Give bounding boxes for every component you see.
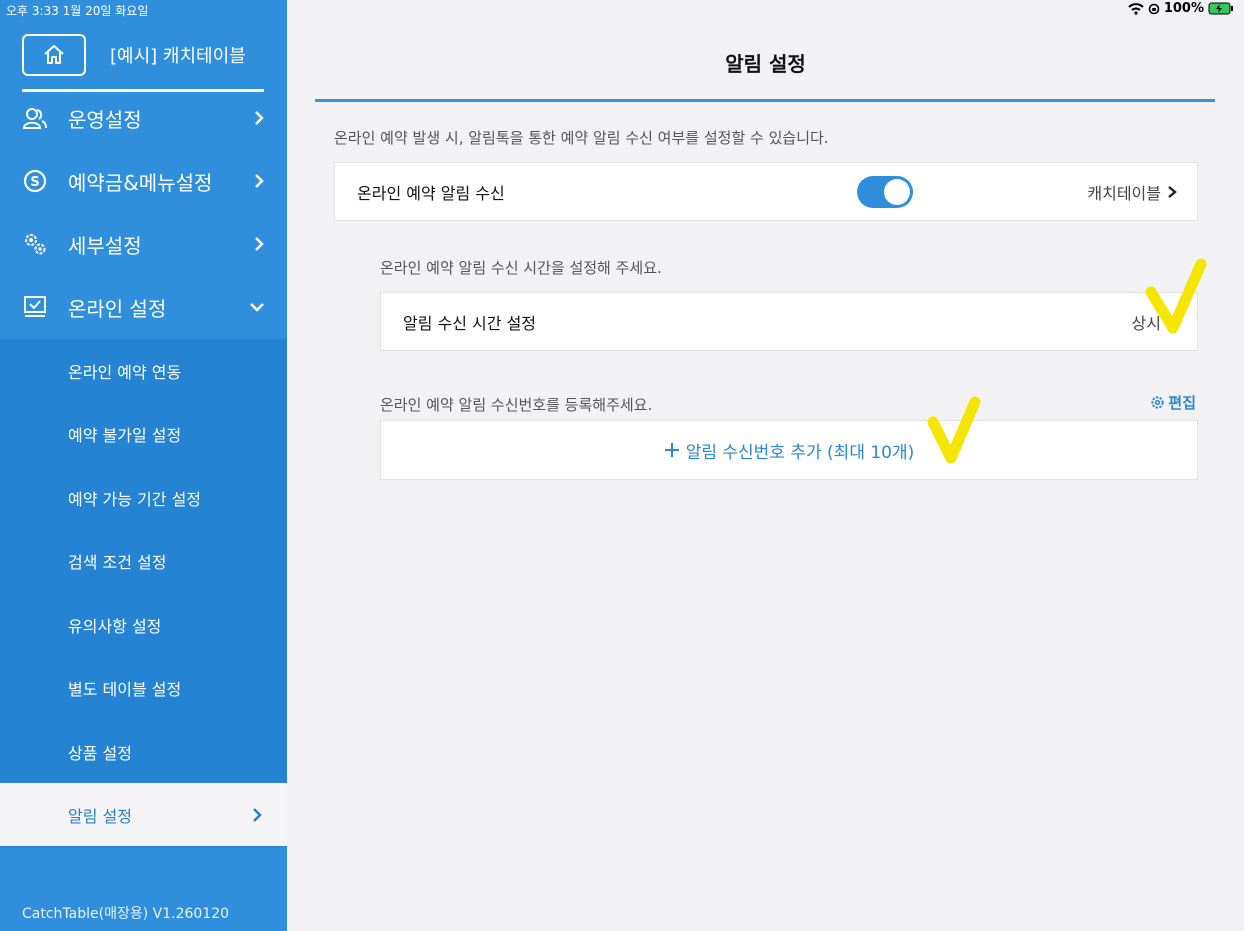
chevron-right-icon — [255, 237, 264, 251]
online-notify-label: 온라인 예약 알림 수신 — [357, 183, 505, 203]
edit-numbers-button[interactable]: 편집 — [1150, 392, 1196, 413]
notify-channel-label: 캐치테이블 — [1087, 183, 1161, 203]
annotation-check-icon — [1145, 258, 1207, 334]
edit-label: 편집 — [1168, 394, 1196, 412]
submenu-item-notices[interactable]: 유의사항 설정 — [0, 593, 287, 656]
menu-item-online-settings[interactable]: 온라인 설정 — [0, 276, 287, 338]
toggle-knob — [884, 179, 910, 205]
people-icon — [22, 105, 48, 131]
store-name: [예시] 캐치테이블 — [110, 46, 246, 67]
chevron-right-icon — [255, 111, 264, 125]
orientation-lock-icon — [1148, 3, 1160, 14]
notify-time-label: 알림 수신 시간 설정 — [403, 313, 537, 333]
submenu-label: 별도 테이블 설정 — [68, 679, 182, 699]
submenu-item-online-link[interactable]: 온라인 예약 연동 — [0, 339, 287, 402]
submenu-item-notifications[interactable]: 알림 설정 — [0, 783, 287, 846]
menu-item-detail-settings[interactable]: 세부설정 — [0, 213, 287, 275]
status-indicators: 100% — [1128, 1, 1234, 16]
submenu-label: 예약 가능 기간 설정 — [68, 489, 202, 509]
submenu-label: 유의사항 설정 — [68, 616, 162, 636]
submenu-label: 온라인 예약 연동 — [68, 362, 182, 382]
number-section-prompt: 온라인 예약 알림 수신번호를 등록해주세요. — [380, 396, 653, 414]
app-version: CatchTable(매장용) V1.260120 — [22, 906, 230, 922]
menu-label: 운영설정 — [68, 107, 142, 132]
page-title: 알림 설정 — [725, 52, 806, 76]
time-section-prompt: 온라인 예약 알림 수신 시간을 설정해 주세요. — [380, 259, 662, 277]
submenu-item-search-conditions[interactable]: 검색 조건 설정 — [0, 529, 287, 592]
chevron-right-icon — [255, 174, 264, 188]
submenu-item-products[interactable]: 상품 설정 — [0, 720, 287, 783]
annotation-check-icon — [927, 396, 981, 464]
online-notify-toggle[interactable] — [857, 176, 913, 208]
coin-icon: S — [22, 168, 48, 194]
submenu-label: 예약 불가일 설정 — [68, 425, 182, 445]
gear-icon — [1151, 396, 1164, 409]
online-notify-row: 온라인 예약 알림 수신 캐치테이블 — [334, 162, 1198, 221]
submenu-item-separate-table[interactable]: 별도 테이블 설정 — [0, 656, 287, 719]
menu-item-deposit-menu[interactable]: S 예약금&메뉴설정 — [0, 150, 287, 212]
home-icon — [44, 45, 64, 64]
online-submenu: 온라인 예약 연동 예약 불가일 설정 예약 가능 기간 설정 검색 조건 설정… — [0, 339, 287, 847]
sidebar: 오후 3:33 1월 20일 화요일 [예시] 캐치테이블 운영설정 S 예약금… — [0, 0, 287, 931]
menu-item-operation[interactable]: 운영설정 — [0, 87, 287, 149]
svg-text:S: S — [30, 175, 39, 190]
chevron-right-icon — [253, 807, 262, 822]
status-time-date: 오후 3:33 1월 20일 화요일 — [6, 4, 149, 18]
chevron-down-icon — [250, 303, 264, 312]
notify-channel-link[interactable]: 캐치테이블 — [1087, 180, 1177, 204]
battery-percent: 100% — [1163, 1, 1204, 16]
submenu-label: 알림 설정 — [68, 806, 132, 826]
add-number-button[interactable]: 알림 수신번호 추가 (최대 10개) — [380, 420, 1198, 480]
chevron-right-icon — [1168, 185, 1177, 198]
menu-label: 온라인 설정 — [68, 296, 167, 321]
submenu-item-available-period[interactable]: 예약 가능 기간 설정 — [0, 466, 287, 529]
submenu-item-unavailable-days[interactable]: 예약 불가일 설정 — [0, 402, 287, 465]
title-divider — [315, 99, 1215, 102]
submenu-label: 검색 조건 설정 — [68, 552, 167, 572]
wifi-icon — [1128, 2, 1144, 15]
home-button[interactable] — [22, 34, 86, 76]
battery-charging-icon — [1208, 2, 1233, 15]
monitor-check-icon — [22, 294, 48, 320]
menu-label: 세부설정 — [68, 233, 142, 258]
plus-icon — [664, 443, 679, 457]
gears-icon — [22, 231, 48, 257]
main-panel: 100% 알림 설정 온라인 예약 발생 시, 알림톡을 통한 예약 알림 수신… — [287, 0, 1244, 931]
notify-time-row[interactable]: 알림 수신 시간 설정 상시 — [380, 292, 1198, 351]
store-header: [예시] 캐치테이블 — [22, 34, 264, 76]
add-number-label: 알림 수신번호 추가 (최대 10개) — [685, 442, 915, 463]
page-description: 온라인 예약 발생 시, 알림톡을 통한 예약 알림 수신 여부를 설정할 수 … — [334, 129, 829, 147]
menu-label: 예약금&메뉴설정 — [68, 170, 213, 195]
submenu-label: 상품 설정 — [68, 743, 132, 763]
